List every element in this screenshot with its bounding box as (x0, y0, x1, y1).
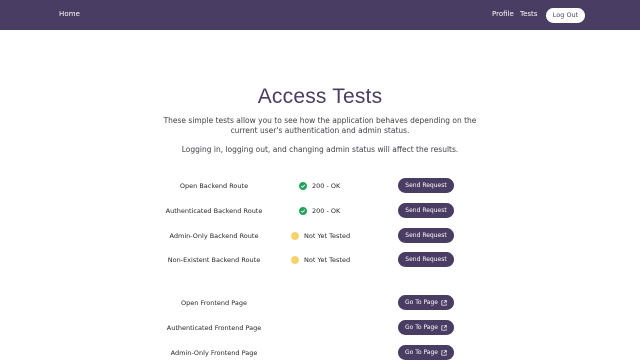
send-request-button[interactable]: Send Request (398, 252, 454, 267)
test-status: Not Yet Tested (291, 255, 350, 265)
status-text: 200 - OK (312, 182, 341, 190)
dot-icon (291, 232, 299, 240)
test-label: Admin-Only Backend Route (169, 232, 259, 240)
top-navbar: Home Profile Tests Log Out (0, 0, 640, 30)
send-request-button[interactable]: Send Request (398, 203, 454, 218)
dot-icon (291, 256, 299, 264)
frontend-test-row: Admin-Only Frontend Page Go To Page (0, 344, 640, 360)
nav-tests-link[interactable]: Tests (520, 10, 537, 18)
status-text: Not Yet Tested (304, 256, 351, 264)
test-label: Authenticated Frontend Page (166, 324, 262, 332)
test-label: Authenticated Backend Route (165, 207, 263, 215)
backend-test-row: Authenticated Backend Route 200 - OK Sen… (0, 202, 640, 220)
backend-test-row: Admin-Only Backend Route Not Yet Tested … (0, 227, 640, 245)
check-circle-icon (299, 182, 307, 190)
test-status: Not Yet Tested (291, 231, 350, 241)
backend-test-row: Non-Existent Backend Route Not Yet Teste… (0, 251, 640, 269)
test-label: Non-Existent Backend Route (167, 256, 261, 264)
status-text: 200 - OK (312, 207, 341, 215)
go-to-page-button[interactable]: Go To Page (398, 345, 454, 360)
test-status: 200 - OK (291, 206, 340, 216)
test-status: 200 - OK (291, 181, 340, 191)
intro-text: These simple tests allow you to see how … (163, 116, 477, 135)
external-link-icon (441, 349, 447, 356)
test-label: Admin-Only Frontend Page (170, 349, 258, 357)
button-label: Go To Page (405, 299, 438, 306)
external-link-icon (441, 299, 447, 306)
external-link-icon (441, 324, 447, 331)
note-text: Logging in, logging out, and changing ad… (181, 145, 459, 154)
page-title: Access Tests (257, 85, 383, 108)
button-label: Go To Page (405, 349, 438, 356)
test-label: Open Frontend Page (181, 299, 247, 307)
go-to-page-button[interactable]: Go To Page (398, 320, 454, 335)
frontend-test-row: Authenticated Frontend Page Go To Page (0, 319, 640, 337)
send-request-button[interactable]: Send Request (398, 178, 454, 193)
check-circle-icon (299, 207, 307, 215)
frontend-test-row: Open Frontend Page Go To Page (0, 294, 640, 312)
send-request-button[interactable]: Send Request (398, 228, 454, 243)
nav-home-link[interactable]: Home (59, 10, 80, 18)
go-to-page-button[interactable]: Go To Page (398, 295, 454, 310)
test-label: Open Backend Route (179, 182, 249, 190)
button-label: Go To Page (405, 324, 438, 331)
backend-test-row: Open Backend Route 200 - OK Send Request (0, 177, 640, 195)
nav-profile-link[interactable]: Profile (492, 10, 514, 18)
logout-button[interactable]: Log Out (546, 8, 585, 23)
status-text: Not Yet Tested (304, 232, 351, 240)
